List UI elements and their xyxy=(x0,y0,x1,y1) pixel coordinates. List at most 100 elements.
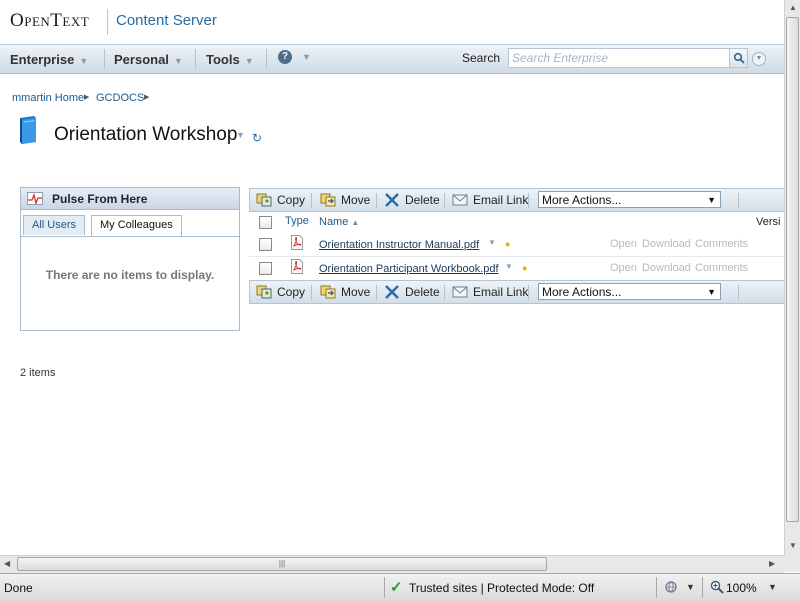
delete-button[interactable]: Delete xyxy=(384,285,440,299)
main-menubar: Enterprise ▼ Personal ▼ Tools ▼ ? ▼ Search … xyxy=(0,44,784,74)
chevron-down-icon: ▼ xyxy=(79,56,89,66)
move-button[interactable]: Move xyxy=(320,285,370,299)
table-row: Orientation Instructor Manual.pdf ▼ ● Op… xyxy=(249,233,784,257)
pulse-icon xyxy=(27,192,43,205)
pdf-file-icon[interactable] xyxy=(291,259,303,274)
chevron-down-icon[interactable]: ▼ xyxy=(686,582,695,592)
file-name-link[interactable]: Orientation Participant Workbook.pdf xyxy=(319,263,499,275)
chevron-down-icon[interactable]: ▼ xyxy=(505,262,513,271)
email-icon xyxy=(452,286,468,298)
delete-icon xyxy=(385,285,399,299)
chevron-down-icon[interactable]: ▼ xyxy=(488,238,496,247)
search-options-icon[interactable]: ▼ xyxy=(752,52,766,66)
delete-icon xyxy=(385,193,399,207)
scroll-left-arrow-icon[interactable]: ◀ xyxy=(4,559,10,568)
comments-action[interactable]: Comments xyxy=(695,238,748,250)
refresh-icon[interactable]: ↻ xyxy=(252,131,262,145)
chevron-down-icon[interactable]: ▼ xyxy=(768,582,777,592)
toolbar-divider xyxy=(738,285,739,300)
menu-tools-label: Tools xyxy=(206,52,240,67)
scroll-right-arrow-icon[interactable]: ▶ xyxy=(769,559,775,568)
top-toolbar: Copy Move Delete Email Link More Actions… xyxy=(249,188,785,212)
help-icon[interactable]: ? xyxy=(278,50,292,64)
copy-button[interactable]: Copy xyxy=(256,193,305,207)
search-label: Search xyxy=(462,51,501,65)
items-count: 2 items xyxy=(20,367,56,379)
security-zone-text[interactable]: Trusted sites | Protected Mode: Off xyxy=(409,581,594,595)
horizontal-scrollbar[interactable]: ◀ ||| ▶ xyxy=(0,555,784,573)
breadcrumb-arrow-icon[interactable]: ▶ xyxy=(144,93,149,101)
tab-all-users[interactable]: All Users xyxy=(23,215,86,235)
open-action[interactable]: Open xyxy=(610,262,637,274)
delete-button[interactable]: Delete xyxy=(384,193,440,207)
menu-enterprise[interactable]: Enterprise ▼ xyxy=(10,52,88,67)
email-link-label: Email Link xyxy=(473,193,529,207)
opentext-logo[interactable]: OpenText xyxy=(10,10,89,32)
email-link-button[interactable]: Email Link xyxy=(452,285,528,299)
file-name-link[interactable]: Orientation Instructor Manual.pdf xyxy=(319,239,479,251)
search-input[interactable] xyxy=(508,48,736,68)
move-icon xyxy=(320,285,336,299)
more-actions-label: More Actions... xyxy=(542,285,622,299)
pulse-header: Pulse From Here xyxy=(21,188,239,210)
tab-my-colleagues[interactable]: My Colleagues xyxy=(91,215,182,236)
lightbulb-icon[interactable]: ● xyxy=(522,263,527,273)
copy-button[interactable]: Copy xyxy=(256,285,305,299)
breadcrumb-arrow-icon[interactable]: ▶ xyxy=(84,93,89,101)
scroll-up-arrow-icon[interactable]: ▲ xyxy=(789,3,797,12)
column-type[interactable]: Type xyxy=(285,215,309,227)
move-label: Move xyxy=(341,193,371,207)
horizontal-scroll-thumb[interactable]: ||| xyxy=(17,557,547,571)
search-icon xyxy=(733,52,745,64)
email-link-button[interactable]: Email Link xyxy=(452,193,528,207)
app-header: OpenText Content Server xyxy=(0,0,784,44)
row-checkbox[interactable] xyxy=(259,262,272,275)
vertical-scroll-thumb[interactable] xyxy=(786,17,799,522)
move-button[interactable]: Move xyxy=(320,193,370,207)
breadcrumb-home[interactable]: mmartin Home xyxy=(12,92,84,104)
breadcrumb-gcdocs[interactable]: GCDOCS xyxy=(96,92,144,104)
more-actions-select[interactable]: More Actions... ▼ xyxy=(538,283,721,300)
menu-enterprise-label: Enterprise xyxy=(10,52,75,67)
more-actions-select[interactable]: More Actions... ▼ xyxy=(538,191,721,208)
toolbar-divider xyxy=(376,193,377,208)
copy-label: Copy xyxy=(277,285,306,299)
sort-ascending-icon: ▲ xyxy=(351,218,360,227)
download-action[interactable]: Download xyxy=(642,262,691,274)
status-divider xyxy=(702,577,703,598)
scroll-down-arrow-icon[interactable]: ▼ xyxy=(789,541,797,550)
column-version[interactable]: Versi xyxy=(756,216,780,228)
search-button[interactable] xyxy=(729,48,748,68)
status-divider xyxy=(656,577,657,598)
open-action[interactable]: Open xyxy=(610,238,637,250)
zoom-icon[interactable] xyxy=(710,580,724,594)
logo-divider xyxy=(107,9,108,35)
chevron-down-icon: ▼ xyxy=(707,195,716,205)
toolbar-divider xyxy=(528,285,529,300)
page-title: Orientation Workshop xyxy=(54,124,238,145)
pdf-file-icon[interactable] xyxy=(291,235,303,250)
comments-action[interactable]: Comments xyxy=(695,262,748,274)
menu-tools[interactable]: Tools ▼ xyxy=(206,52,254,67)
chevron-down-icon[interactable]: ▼ xyxy=(236,130,245,140)
chevron-down-icon: ▼ xyxy=(173,56,183,66)
column-name[interactable]: Name ▲ xyxy=(319,216,359,228)
menu-divider xyxy=(195,49,196,69)
select-all-checkbox[interactable] xyxy=(259,216,272,229)
menu-personal[interactable]: Personal ▼ xyxy=(114,52,183,67)
toolbar-divider xyxy=(311,285,312,300)
chevron-down-icon: ▼ xyxy=(244,56,254,66)
download-action[interactable]: Download xyxy=(642,238,691,250)
book-icon xyxy=(20,116,36,144)
status-text: Done xyxy=(4,581,33,595)
chevron-down-icon[interactable]: ▼ xyxy=(302,52,311,62)
toolbar-divider xyxy=(528,193,529,208)
zoom-level[interactable]: 100% xyxy=(726,581,757,595)
toolbar-divider xyxy=(311,193,312,208)
copy-icon xyxy=(256,285,272,299)
vertical-scrollbar[interactable]: ▲ ▼ xyxy=(784,0,800,555)
protected-mode-icon[interactable] xyxy=(664,580,680,594)
lightbulb-icon[interactable]: ● xyxy=(505,239,510,249)
row-checkbox[interactable] xyxy=(259,238,272,251)
toolbar-divider xyxy=(376,285,377,300)
